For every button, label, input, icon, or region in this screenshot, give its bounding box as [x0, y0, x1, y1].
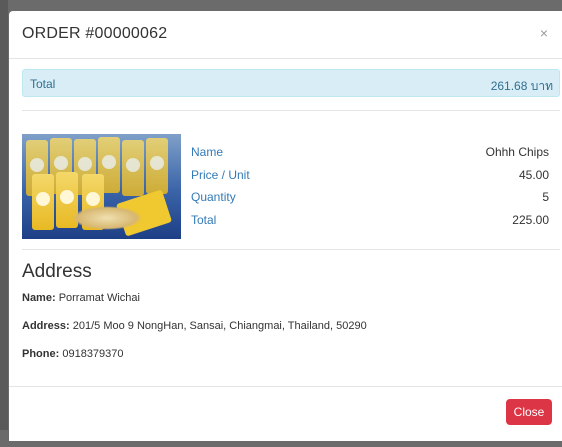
item-quantity-value: 5 — [542, 190, 549, 204]
address-phone-line: Phone: 0918379370 — [22, 348, 124, 360]
divider — [22, 110, 560, 111]
backdrop — [0, 0, 8, 430]
item-detail-values: Ohhh Chips 45.00 5 225.00 — [486, 145, 549, 235]
address-address-line: Address: 201/5 Moo 9 NongHan, Sansai, Ch… — [22, 320, 367, 332]
address-phone-value: 0918379370 — [62, 348, 124, 360]
chips-pile-shape — [72, 206, 142, 230]
item-price-label: Price / Unit — [191, 167, 250, 182]
modal-footer: Close — [9, 386, 562, 447]
modal-title: ORDER #00000062 — [22, 25, 168, 42]
address-address-value: 201/5 Moo 9 NongHan, Sansai, Chiangmai, … — [72, 320, 367, 332]
item-total-label: Total — [191, 212, 217, 227]
order-total-value: 261.68 บาท — [490, 79, 553, 93]
address-phone-label: Phone: — [22, 348, 60, 360]
order-total-label: Total — [30, 77, 56, 91]
close-icon[interactable]: × — [540, 25, 548, 41]
chip-bag-shape — [146, 138, 168, 194]
chip-bag-shape — [32, 174, 54, 230]
chip-bag-shape — [122, 140, 144, 196]
divider — [22, 249, 560, 250]
address-address-label: Address: — [22, 320, 70, 332]
item-quantity-label: Quantity — [191, 190, 236, 204]
modal-header: ORDER #00000062 × — [9, 11, 562, 59]
close-button[interactable]: Close — [506, 399, 552, 425]
address-name-line: Name: Porramat Wichai — [22, 292, 140, 304]
item-name-label: Name — [191, 145, 224, 159]
item-total-value: 225.00 — [512, 212, 549, 227]
address-name-value: Porramat Wichai — [58, 292, 140, 304]
product-image — [22, 134, 181, 239]
item-name-value: Ohhh Chips — [485, 145, 549, 159]
item-detail-labels: Name Price / Unit Quantity Total — [191, 145, 250, 235]
address-heading: Address — [22, 261, 92, 282]
order-total-alert: Total 261.68 บาท — [22, 69, 560, 97]
item-price-value: 45.00 — [518, 167, 549, 182]
address-name-label: Name: — [22, 292, 56, 304]
order-modal: ORDER #00000062 × Total 261.68 บาท Name … — [9, 11, 562, 441]
